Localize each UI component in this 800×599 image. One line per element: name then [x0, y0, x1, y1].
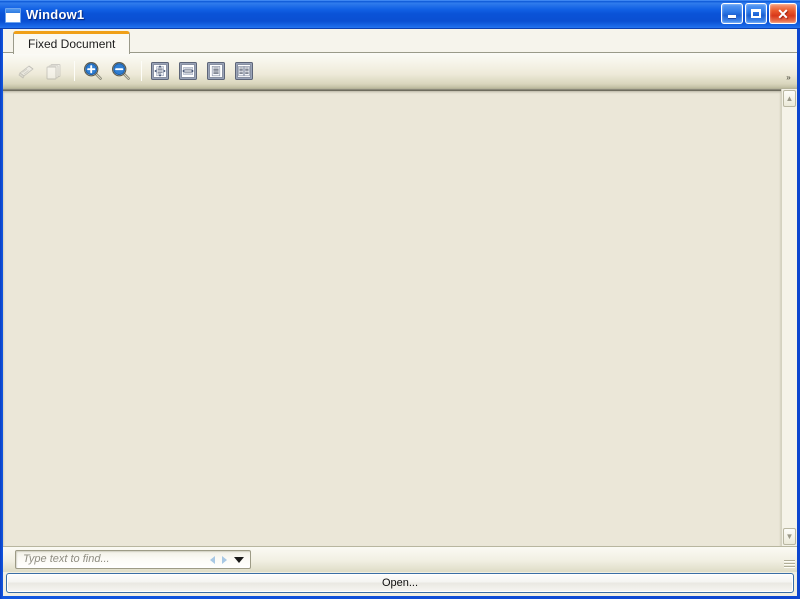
open-button-label: Open... — [381, 577, 419, 589]
close-button[interactable]: ✕ — [769, 3, 797, 24]
single-page-icon — [207, 61, 225, 80]
copy-button[interactable] — [41, 58, 67, 84]
document-viewer-toolbar: » — [3, 53, 797, 89]
client-area: Fixed Document » ▲ ▼ Type text to find..… — [3, 29, 797, 596]
chevron-double-down-icon: » — [786, 73, 791, 82]
vertical-scrollbar[interactable]: ▲ ▼ — [781, 89, 797, 546]
minimize-button[interactable] — [721, 3, 743, 24]
find-navigation — [210, 555, 246, 564]
maximize-icon — [746, 4, 766, 23]
footer-bar: Open... — [3, 572, 797, 596]
actual-size-button[interactable] — [147, 58, 173, 84]
resize-grip[interactable] — [784, 560, 795, 571]
scrollbar-track[interactable] — [782, 107, 797, 528]
find-input[interactable]: Type text to find... — [23, 551, 210, 568]
find-options-chevron-icon[interactable] — [234, 556, 244, 563]
window-title: Window1 — [26, 7, 85, 22]
find-toolbar: Type text to find... — [3, 546, 797, 572]
tab-strip: Fixed Document — [3, 29, 797, 54]
tab-fixed-document[interactable]: Fixed Document — [13, 31, 131, 54]
scroll-down-button[interactable]: ▼ — [783, 528, 796, 545]
fit-to-width-button[interactable] — [175, 58, 201, 84]
zoom-out-icon — [111, 61, 130, 80]
printer-icon — [18, 64, 34, 79]
close-icon: ✕ — [777, 5, 789, 22]
application-window: Window1 ✕ Fixed Document » ▲ ▼ Type text… — [0, 0, 800, 599]
copy-pages-icon — [46, 63, 61, 79]
caption-button-group: ✕ — [721, 3, 797, 24]
toolbar-separator-1 — [74, 60, 75, 81]
find-input-wrapper[interactable]: Type text to find... — [15, 550, 251, 569]
chevron-down-icon: ▼ — [785, 531, 794, 541]
find-next-icon[interactable] — [222, 555, 227, 564]
print-button[interactable] — [13, 58, 39, 84]
document-viewer-surface[interactable] — [3, 89, 781, 546]
toolbar-separator-2 — [141, 60, 142, 81]
open-button[interactable]: Open... — [6, 573, 794, 593]
chevron-up-icon: ▲ — [785, 93, 794, 103]
fit-width-icon — [179, 61, 197, 80]
find-previous-icon[interactable] — [210, 555, 215, 564]
minimize-icon — [722, 4, 742, 23]
title-bar[interactable]: Window1 ✕ — [0, 0, 800, 29]
toolbar-overflow-button[interactable]: » — [781, 53, 795, 88]
zoom-in-icon — [83, 61, 102, 80]
maximize-button[interactable] — [745, 3, 767, 24]
window-icon — [5, 7, 21, 23]
tab-label: Fixed Document — [28, 37, 116, 51]
zoom-out-button[interactable] — [108, 58, 134, 84]
one-page-view-button[interactable] — [203, 58, 229, 84]
two-page-icon — [235, 61, 253, 80]
document-host: ▲ ▼ — [3, 89, 797, 546]
fit-page-icon — [151, 61, 169, 80]
scroll-up-button[interactable]: ▲ — [783, 90, 796, 107]
zoom-in-button[interactable] — [80, 58, 106, 84]
two-page-view-button[interactable] — [231, 58, 257, 84]
